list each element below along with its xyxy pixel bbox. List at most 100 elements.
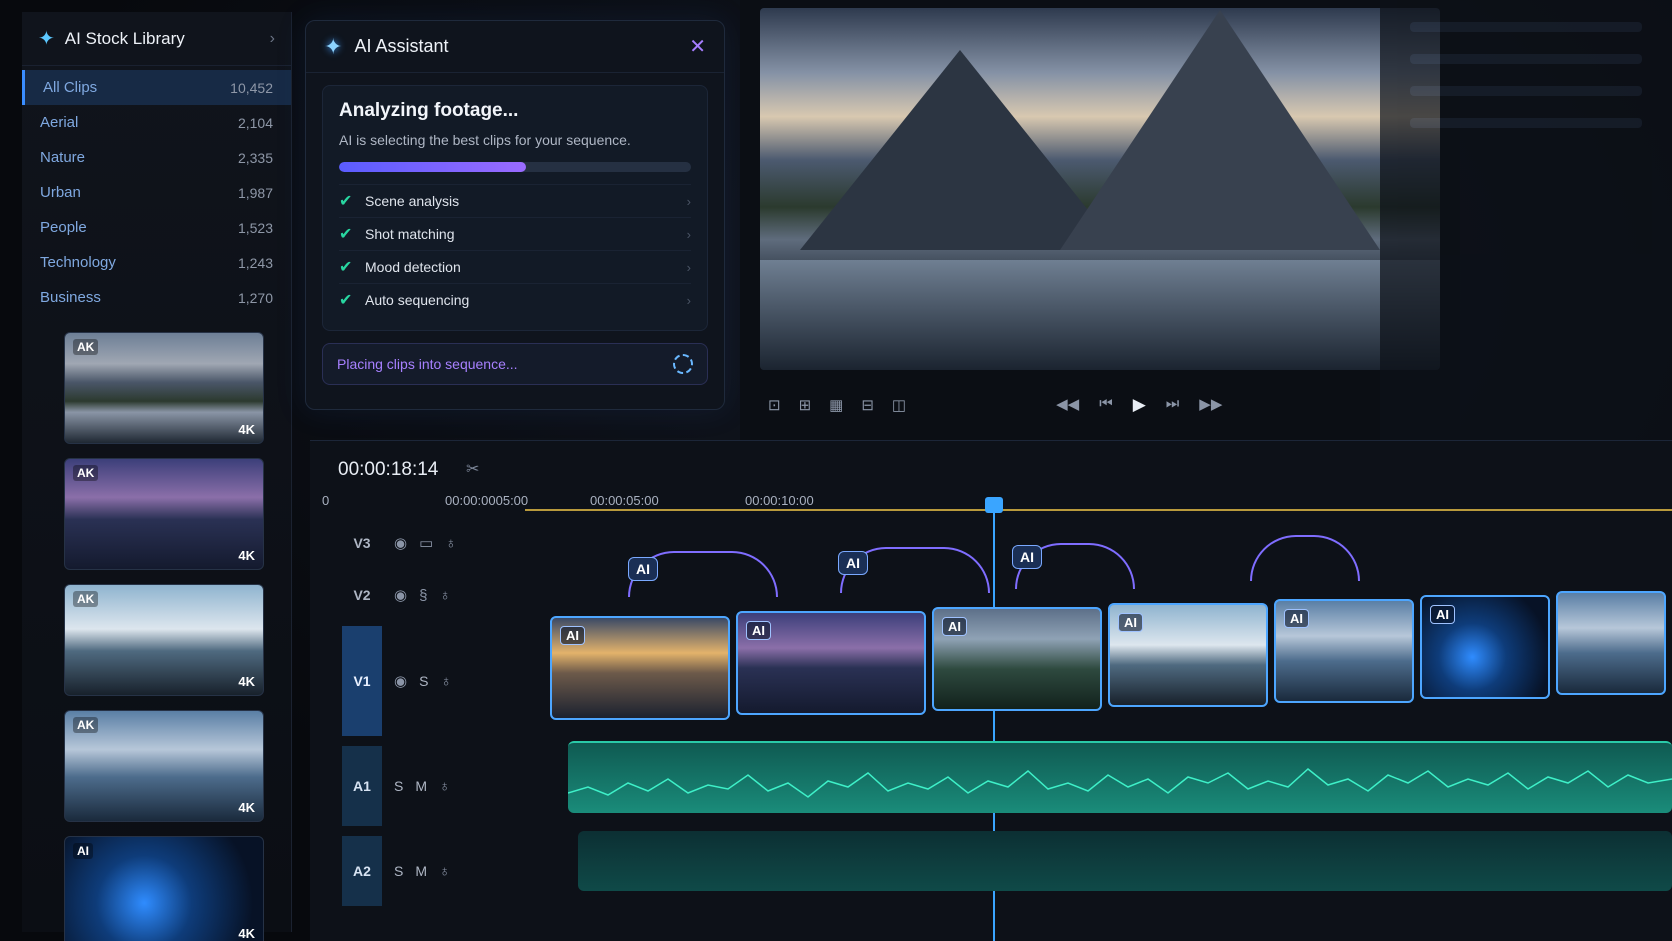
category-all-clips[interactable]: All Clips 10,452 <box>22 70 291 105</box>
step-back-icon[interactable]: ⏮ <box>1099 395 1113 415</box>
mic-icon[interactable]: ♁ <box>439 863 450 880</box>
safe-area-icon[interactable]: ⊞ <box>799 396 812 414</box>
clip-thumbnail[interactable]: AK 4K <box>64 458 264 570</box>
video-viewer[interactable] <box>760 8 1440 370</box>
category-urban[interactable]: Urban 1,987 <box>22 175 291 210</box>
resolution-badge: 4K <box>238 674 255 689</box>
clip-thumbnail[interactable]: AK 4K <box>64 710 264 822</box>
chevron-right-icon[interactable]: › <box>270 30 275 48</box>
thumb-tag: AK <box>73 591 99 607</box>
track-label[interactable]: V1 <box>342 626 382 736</box>
thumb-tag: AK <box>73 717 99 733</box>
mute-button[interactable]: M <box>415 863 427 879</box>
track-header-a2: A2 S M ♁ <box>342 836 522 906</box>
eye-icon[interactable]: ◉ <box>394 672 407 690</box>
fast-forward-icon[interactable]: ▶▶ <box>1199 395 1222 415</box>
inspector-panel <box>1380 0 1672 440</box>
timeline-clip[interactable]: AI <box>932 607 1102 711</box>
category-people[interactable]: People 1,523 <box>22 210 291 245</box>
ai-clip-badge: AI <box>560 626 585 645</box>
thumb-tag: AK <box>73 465 99 481</box>
razor-tool-icon[interactable]: ✂ <box>466 459 479 479</box>
camera-icon[interactable]: ◫ <box>892 396 906 414</box>
lake-reflection <box>760 260 1440 370</box>
audio-clip-a2[interactable] <box>578 831 1672 891</box>
work-area-bar[interactable] <box>525 509 1672 511</box>
rewind-icon[interactable]: ◀◀ <box>1056 395 1079 415</box>
checkmark-icon: ✔ <box>339 292 353 309</box>
track-label[interactable]: A2 <box>342 836 382 906</box>
library-header: ✦ AI Stock Library › <box>22 12 291 66</box>
step-shot-matching[interactable]: ✔ Shot matching › <box>339 217 691 250</box>
sparkle-icon: ✦ <box>324 33 343 59</box>
assistant-body: Analyzing footage... AI is selecting the… <box>322 85 708 331</box>
ai-node-badge: AI <box>1012 545 1042 569</box>
category-nature[interactable]: Nature 2,335 <box>22 140 291 175</box>
sync-icon[interactable]: § <box>419 587 427 604</box>
thumb-tag: AI <box>73 843 93 859</box>
timeline-clip[interactable]: AI <box>550 616 730 720</box>
assistant-header: ✦ AI Assistant ✕ <box>306 21 724 73</box>
close-icon[interactable]: ✕ <box>689 34 706 59</box>
ruler-label: 00:00:10:00 <box>745 493 814 508</box>
step-label: Mood detection <box>365 259 461 275</box>
mic-icon[interactable]: ♁ <box>439 778 450 795</box>
waveform-icon <box>568 768 1672 798</box>
category-technology[interactable]: Technology 1,243 <box>22 245 291 280</box>
play-icon[interactable]: ▶ <box>1133 395 1146 415</box>
export-frame-icon[interactable]: ⊟ <box>861 396 874 414</box>
viewer-tools: ⊡ ⊞ ▦ ⊟ ◫ <box>768 396 906 414</box>
eye-icon[interactable]: ◉ <box>394 586 407 604</box>
category-business[interactable]: Business 1,270 <box>22 280 291 315</box>
step-scene-analysis[interactable]: ✔ Scene analysis › <box>339 184 691 217</box>
mic-icon[interactable]: ♁ <box>440 673 451 690</box>
ai-clip-badge: AI <box>942 617 967 636</box>
timeline-clip[interactable]: AI <box>736 611 926 715</box>
inspector-row <box>1410 22 1642 32</box>
timeline-clip[interactable]: AI <box>1108 603 1268 707</box>
lock-icon[interactable]: ▭ <box>419 534 433 552</box>
playhead-handle[interactable] <box>985 497 1003 513</box>
eye-icon[interactable]: ◉ <box>394 534 407 552</box>
category-label: People <box>40 219 87 236</box>
mic-icon[interactable]: ♁ <box>445 535 456 552</box>
mute-button[interactable]: M <box>415 778 427 794</box>
clip-thumbnail[interactable]: AI 4K <box>64 836 264 941</box>
solo-button[interactable]: S <box>394 863 403 879</box>
step-mood-detection[interactable]: ✔ Mood detection › <box>339 250 691 283</box>
analysis-progress-bar <box>339 162 691 172</box>
solo-button[interactable]: S <box>394 778 403 794</box>
track-label[interactable]: A1 <box>342 746 382 826</box>
ruler-label: 00:00:05:00 <box>590 493 659 508</box>
analysis-steps: ✔ Scene analysis › ✔ Shot matching › ✔ Mood d… <box>339 184 691 316</box>
step-label: Auto sequencing <box>365 292 470 308</box>
ai-assistant-panel: ✦ AI Assistant ✕ Analyzing footage... AI… <box>305 20 725 410</box>
step-auto-sequencing[interactable]: ✔ Auto sequencing › <box>339 283 691 316</box>
track-header-v3: V3 ◉ ▭ ♁ <box>342 529 522 557</box>
timeline-timecode: 00:00:18:14 <box>338 459 439 480</box>
ai-clip-badge: AI <box>1284 609 1309 628</box>
track-header-a1: A1 S M ♁ <box>342 746 522 826</box>
timeline-clip[interactable] <box>1556 591 1666 695</box>
analysis-description: AI is selecting the best clips for your … <box>339 132 631 148</box>
stock-library-panel: ✦ AI Stock Library › All Clips 10,452 Aer… <box>22 12 292 941</box>
grid-icon[interactable]: ▦ <box>829 396 843 414</box>
timeline-clip[interactable]: AI <box>1274 599 1414 703</box>
category-label: All Clips <box>43 79 98 96</box>
chevron-right-icon: › <box>686 226 691 242</box>
audio-clip-a1[interactable] <box>568 741 1672 813</box>
step-forward-icon[interactable]: ⏭ <box>1166 395 1180 415</box>
library-title: AI Stock Library <box>64 28 185 48</box>
sparkle-icon: ✦ <box>38 28 55 50</box>
clip-thumbnail[interactable]: AK 4K <box>64 584 264 696</box>
category-aerial[interactable]: Aerial 2,104 <box>22 105 291 140</box>
category-count: 1,270 <box>237 289 273 306</box>
inspector-row <box>1410 54 1642 64</box>
timeline-clip[interactable]: AI <box>1420 595 1550 699</box>
loading-spinner-icon <box>673 354 693 374</box>
clip-thumbnail[interactable]: AK 4K <box>64 332 264 444</box>
mic-icon[interactable]: ♁ <box>439 587 450 604</box>
checkmark-icon: ✔ <box>339 193 353 210</box>
crop-icon[interactable]: ⊡ <box>768 396 781 414</box>
solo-button[interactable]: S <box>419 673 428 689</box>
